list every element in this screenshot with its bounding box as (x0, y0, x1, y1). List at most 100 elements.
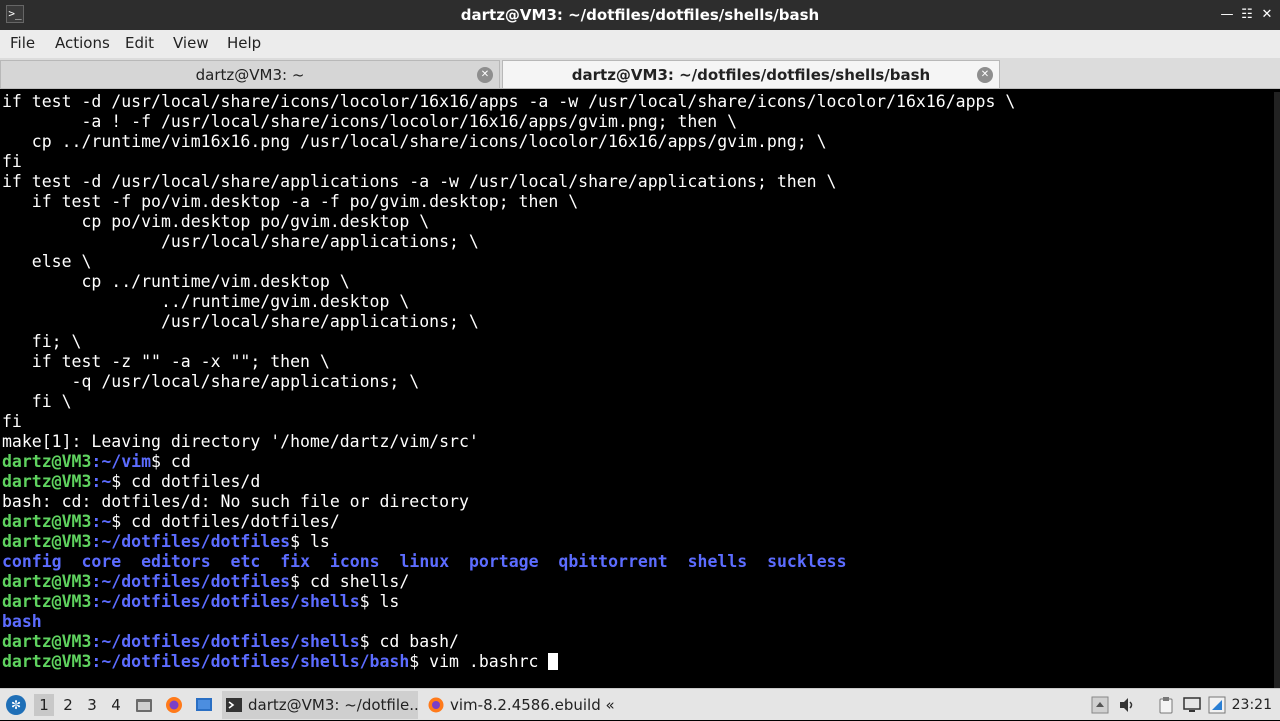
terminal-line: if test -f po/vim.desktop -a -f po/gvim.… (2, 192, 579, 211)
tab-label: dartz@VM3: ~ (195, 66, 305, 84)
prompt-user: dartz@VM3 (2, 572, 92, 591)
menu-file[interactable]: File (10, 30, 35, 58)
close-tab-icon[interactable]: ✕ (977, 67, 993, 83)
prompt-line: dartz@VM3:~/dotfiles/dotfiles/shells$ cd… (2, 632, 1015, 652)
command-text: cd shells/ (300, 572, 410, 591)
workspace-4[interactable]: 4 (106, 694, 126, 716)
directory-entry: bash (2, 612, 42, 631)
prompt-user: dartz@VM3 (2, 452, 92, 471)
prompt-separator: : (91, 472, 102, 491)
directory-entry: fix (280, 552, 311, 571)
clipboard-icon[interactable] (1157, 696, 1175, 714)
command-text: cd dotfiles/dotfiles/ (121, 512, 340, 531)
task-terminal[interactable]: dartz@VM3: ~/dotfile... (222, 691, 418, 719)
show-hidden-icon[interactable] (1091, 696, 1109, 714)
directory-entry: icons (329, 552, 380, 571)
prompt-path: ~/dotfiles/dotfiles (101, 532, 291, 551)
command-text: ls (369, 592, 400, 611)
prompt-symbol: $ (111, 472, 122, 491)
prompt-path: ~ (101, 472, 112, 491)
restore-icon[interactable]: ☷ (1238, 6, 1256, 24)
workspace-1[interactable]: 1 (34, 694, 54, 716)
prompt-path: ~/vim (101, 452, 152, 471)
terminal-line: /usr/local/share/applications; \ (2, 232, 479, 251)
prompt-line: dartz@VM3:~/dotfiles/dotfiles/shells/bas… (2, 652, 1015, 672)
close-tab-icon[interactable]: ✕ (477, 67, 493, 83)
directory-entry: linux (399, 552, 450, 571)
window-title: dartz@VM3: ~/dotfiles/dotfiles/shells/ba… (460, 6, 820, 24)
prompt-path: ~/dotfiles/dotfiles (101, 572, 291, 591)
prompt-user: dartz@VM3 (2, 632, 92, 651)
task-label: dartz@VM3: ~/dotfile... (248, 696, 418, 714)
directory-entry: config (2, 552, 62, 571)
prompt-path: ~/dotfiles/dotfiles/shells/bash (101, 652, 410, 671)
menu-view[interactable]: View (173, 30, 209, 58)
prompt-path: ~/dotfiles/dotfiles/shells (101, 632, 360, 651)
terminal-line: fi (2, 412, 22, 431)
prompt-user: dartz@VM3 (2, 472, 92, 491)
terminal-line: -q /usr/local/share/applications; \ (2, 372, 420, 391)
command-text: cd dotfiles/d (121, 472, 261, 491)
prompt-line: dartz@VM3:~/vim$ cd (2, 452, 1015, 472)
menu-bar: File Actions Edit View Help (0, 30, 1280, 58)
directory-entry: qbittorrent (558, 552, 668, 571)
prompt-separator: : (91, 452, 102, 471)
firefox-icon[interactable] (165, 696, 183, 714)
prompt-symbol: $ (151, 452, 161, 471)
workspace-3[interactable]: 3 (82, 694, 102, 716)
task-firefox[interactable]: vim-8.2.4586.ebuild « ... (424, 691, 620, 719)
prompt-separator: : (91, 592, 102, 611)
directory-entry: etc (230, 552, 261, 571)
terminal-line: ../runtime/gvim.desktop \ (2, 292, 410, 311)
command-text: cd bash/ (369, 632, 459, 651)
prompt-symbol: $ (111, 512, 122, 531)
volume-icon[interactable] (1118, 696, 1136, 714)
network-icon[interactable] (1208, 696, 1226, 714)
terminal-line: fi (2, 152, 22, 171)
minimize-icon[interactable]: — (1218, 6, 1236, 24)
file-manager-icon[interactable] (135, 696, 153, 714)
terminal-view[interactable]: if test -d /usr/local/share/icons/locolo… (0, 92, 1280, 688)
directory-entry: portage (469, 552, 539, 571)
display-icon[interactable] (1183, 696, 1201, 714)
start-menu-icon[interactable]: ✼ (6, 695, 26, 715)
terminal-scrollbar[interactable] (1274, 92, 1280, 688)
prompt-separator: : (91, 572, 102, 591)
tab-home[interactable]: dartz@VM3: ~ ✕ (0, 60, 500, 88)
tab-bash[interactable]: dartz@VM3: ~/dotfiles/dotfiles/shells/ba… (502, 60, 1000, 88)
terminal-line: else \ (2, 252, 92, 271)
prompt-line: dartz@VM3:~$ cd dotfiles/dotfiles/ (2, 512, 1015, 532)
command-text: cd (160, 452, 191, 471)
tab-bar: dartz@VM3: ~ ✕ dartz@VM3: ~/dotfiles/dot… (0, 58, 1280, 89)
window-titlebar: >_ dartz@VM3: ~/dotfiles/dotfiles/shells… (0, 0, 1280, 30)
close-icon[interactable]: ✕ (1258, 6, 1276, 24)
menu-actions[interactable]: Actions (55, 30, 110, 58)
clock[interactable]: 23:21 (1232, 689, 1272, 721)
terminal-line: if test -d /usr/local/share/icons/locolo… (2, 92, 1016, 111)
prompt-user: dartz@VM3 (2, 652, 92, 671)
terminal-line: fi \ (2, 392, 72, 411)
menu-edit[interactable]: Edit (125, 30, 154, 58)
terminal-output: if test -d /usr/local/share/icons/locolo… (2, 92, 1015, 672)
prompt-separator: : (91, 632, 102, 651)
terminal-line: cp po/vim.desktop po/gvim.desktop \ (2, 212, 430, 231)
prompt-line: dartz@VM3:~/dotfiles/dotfiles$ ls (2, 532, 1015, 552)
firefox-icon (428, 697, 444, 713)
directory-listing: bash (2, 612, 1015, 632)
prompt-user: dartz@VM3 (2, 512, 92, 531)
prompt-separator: : (91, 652, 102, 671)
terminal-line: /usr/local/share/applications; \ (2, 312, 479, 331)
prompt-separator: : (91, 512, 102, 531)
workspace-2[interactable]: 2 (58, 694, 78, 716)
command-text: vim .bashrc (419, 652, 549, 671)
directory-entry: core (81, 552, 122, 571)
directory-entry: suckless (767, 552, 847, 571)
text-cursor (548, 653, 559, 670)
directory-entry: editors (141, 552, 211, 571)
terminal-line: bash: cd: dotfiles/d: No such file or di… (2, 492, 469, 511)
menu-help[interactable]: Help (227, 30, 261, 58)
prompt-user: dartz@VM3 (2, 532, 92, 551)
terminal-line: fi; \ (2, 332, 82, 351)
desktop-icon[interactable] (195, 696, 213, 714)
prompt-path: ~ (101, 512, 112, 531)
